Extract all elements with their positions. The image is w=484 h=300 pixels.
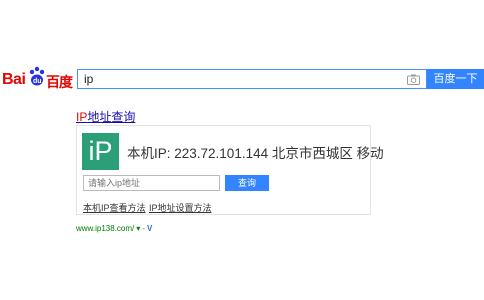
search-button[interactable]: 百度一下 [427, 69, 484, 89]
result-title-link[interactable]: IP地址查询 [76, 108, 135, 125]
query-button[interactable]: 查询 [225, 175, 269, 191]
baidu-logo[interactable]: Bai du 百度 [2, 66, 74, 90]
verified-badge-icon[interactable]: V [147, 224, 152, 233]
ip-info-text: 本机IP: 223.72.101.144 北京市西城区 移动 [127, 146, 384, 161]
link-set-ip-method[interactable]: IP地址设置方法 [149, 201, 212, 214]
url-separator: - [142, 224, 145, 233]
search-box [77, 69, 427, 89]
dropdown-arrow-icon[interactable]: ▾ [136, 224, 140, 233]
result-url[interactable]: www.ip138.com/ [76, 224, 134, 233]
result-url-line: www.ip138.com/▾ - V [76, 224, 152, 233]
search-input[interactable] [84, 72, 384, 86]
logo-text-baidu: 百度 [46, 74, 73, 90]
logo-text-bai: Bai [2, 71, 26, 88]
logo-text-du: du [33, 78, 42, 85]
link-view-ip-method[interactable]: 本机IP查看方法 [83, 201, 146, 214]
ip-query-input[interactable] [83, 175, 220, 191]
result-title-rest: 地址查询 [87, 110, 136, 124]
ip-badge: iP [82, 133, 119, 170]
camera-icon[interactable] [407, 74, 420, 85]
result-title-ip: IP [76, 110, 88, 124]
